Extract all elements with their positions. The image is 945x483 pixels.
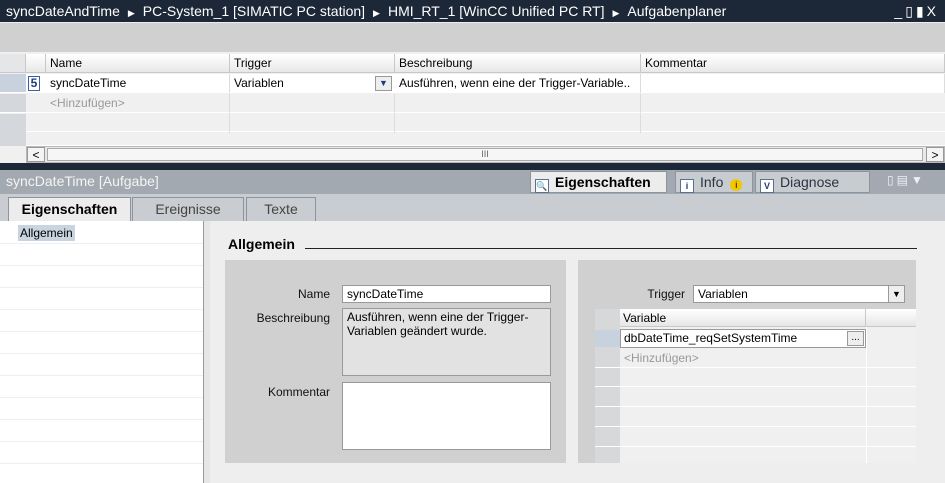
column-header-empty: [866, 309, 916, 327]
tab-eigenschaften[interactable]: 🔍 Eigenschaften: [530, 171, 667, 193]
restore-button[interactable]: ▯: [905, 3, 916, 19]
name-cell[interactable]: syncDateTime: [46, 74, 230, 93]
name-input[interactable]: syncDateTime: [342, 285, 551, 303]
beschreibung-field: Ausführen, wenn eine der Trigger-Variabl…: [342, 308, 551, 376]
scroll-left-button[interactable]: <: [27, 147, 45, 162]
kommentar-textarea[interactable]: [342, 382, 551, 450]
nav-splitter[interactable]: [203, 221, 210, 483]
beschreibung-cell[interactable]: Ausführen, wenn eine der Trigger-Variabl…: [395, 74, 641, 93]
trigger-select[interactable]: Variablen ▼: [693, 285, 905, 303]
empty-cell: [230, 94, 395, 113]
breadcrumb-item[interactable]: PC-System_1 [SIMATIC PC station]: [143, 3, 365, 19]
close-button[interactable]: X: [927, 3, 939, 19]
variable-value: dbDateTime_reqSetSystemTime: [624, 331, 798, 345]
toolbar: [0, 22, 945, 52]
scroll-thumb[interactable]: III: [47, 148, 923, 161]
nav-item-allgemein[interactable]: Allgemein: [18, 225, 75, 241]
browse-button[interactable]: ...: [847, 331, 864, 346]
subtab-eigenschaften[interactable]: Eigenschaften: [8, 197, 131, 222]
kommentar-label: Kommentar: [267, 385, 330, 399]
column-header-kommentar[interactable]: Kommentar: [641, 54, 945, 73]
column-header-beschreibung[interactable]: Beschreibung: [395, 54, 641, 73]
corner-cell: [0, 54, 26, 73]
breadcrumb-arrow-icon: ▶: [127, 8, 135, 18]
column-header-name[interactable]: Name: [46, 54, 230, 73]
table-row-add[interactable]: <Hinzufügen>: [0, 94, 945, 113]
empty-cell: [230, 114, 395, 133]
breadcrumb-arrow-icon: ▶: [612, 8, 620, 18]
inspector-window-controls[interactable]: ▯▤▼: [887, 173, 926, 187]
properties-icon: 🔍: [535, 179, 549, 193]
trigger-label: Trigger: [647, 287, 685, 301]
horizontal-scrollbar[interactable]: < III >: [26, 146, 945, 163]
table-row-empty: [0, 132, 945, 146]
trigger-cell[interactable]: Variablen: [230, 74, 375, 93]
tab-diagnose[interactable]: V Diagnose: [755, 171, 870, 193]
breadcrumb-item[interactable]: HMI_RT_1 [WinCC Unified PC RT]: [388, 3, 605, 19]
table-row[interactable]: 5 syncDateTime Variablen ▼ Ausführen, we…: [0, 74, 945, 93]
info-warning-icon: i: [730, 179, 743, 191]
row-header-selected[interactable]: [595, 330, 620, 347]
maximize-button[interactable]: ▮: [916, 3, 927, 19]
diagnose-icon: V: [760, 179, 774, 193]
property-nav: Allgemein: [0, 221, 203, 483]
info-icon: i: [680, 179, 694, 193]
row-header: [0, 114, 26, 132]
empty-cell: [395, 114, 641, 133]
column-header-trigger[interactable]: Trigger: [230, 54, 395, 73]
empty-cell: [395, 94, 641, 113]
row-header: [0, 132, 26, 146]
trigger-value: Variablen: [698, 287, 748, 301]
table-row-empty: [0, 114, 945, 133]
column-header-variable[interactable]: Variable: [620, 309, 866, 327]
scroll-right-button[interactable]: >: [926, 147, 944, 162]
chevron-down-icon[interactable]: ▼: [888, 286, 904, 302]
empty-cell: [46, 114, 230, 133]
tab-info[interactable]: i Info i: [675, 171, 753, 193]
minimize-button[interactable]: _: [894, 3, 905, 19]
subtab-texte[interactable]: Texte: [246, 197, 316, 221]
beschreibung-label: Beschreibung: [256, 311, 330, 325]
pane-divider[interactable]: [0, 163, 945, 170]
section-rule: [305, 248, 917, 249]
subtab-ereignisse[interactable]: Ereignisse: [132, 197, 244, 221]
column-divider: [866, 327, 867, 463]
row-index: 5: [28, 76, 40, 91]
variable-cell[interactable]: dbDateTime_reqSetSystemTime...: [620, 329, 866, 348]
window-controls: _▯▮X: [894, 0, 939, 22]
trigger-dropdown-icon[interactable]: ▼: [375, 76, 392, 91]
tab-label: Info: [700, 174, 724, 190]
tab-label: Diagnose: [780, 174, 840, 190]
index-header: [26, 54, 46, 73]
name-label: Name: [297, 287, 330, 301]
breadcrumb-item[interactable]: Aufgabenplaner: [627, 3, 726, 19]
breadcrumb-arrow-icon: ▶: [373, 8, 380, 18]
row-header: [0, 94, 26, 112]
breadcrumb: syncDateAndTime ▶ PC-System_1 [SIMATIC PC …: [0, 0, 945, 22]
section-heading: Allgemein: [228, 236, 295, 252]
breadcrumb-item[interactable]: syncDateAndTime: [6, 3, 120, 19]
add-variable-placeholder[interactable]: <Hinzufügen>: [624, 351, 699, 365]
kommentar-cell[interactable]: [641, 74, 945, 93]
add-placeholder[interactable]: <Hinzufügen>: [46, 94, 230, 113]
tab-label: Eigenschaften: [555, 174, 651, 190]
row-header[interactable]: [0, 74, 26, 92]
